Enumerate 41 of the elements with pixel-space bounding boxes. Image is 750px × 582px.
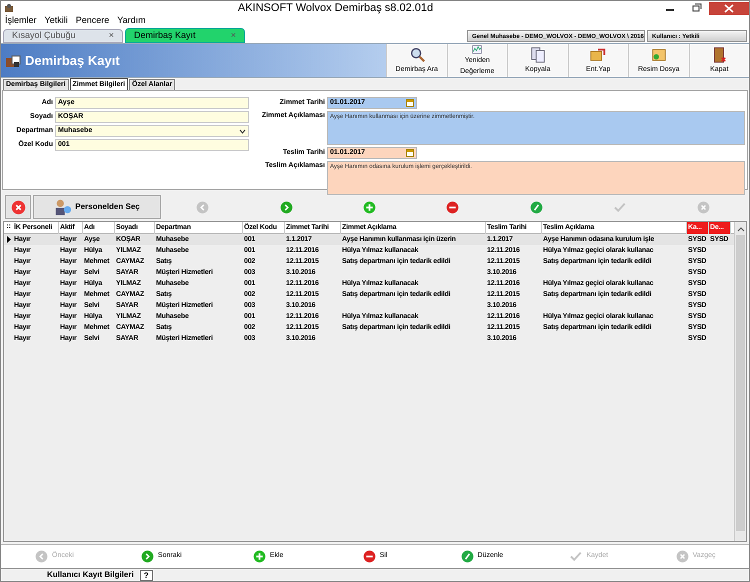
status-label: Kullanıcı Kayıt Bilgileri: [47, 569, 134, 581]
pencil-icon: [460, 550, 474, 563]
plus-icon: [363, 200, 376, 214]
document-tab[interactable]: Kısayol Çubuğu ×: [3, 29, 123, 43]
pencil-icon: [530, 200, 543, 214]
scroll-up-icon[interactable]: [736, 225, 744, 233]
minus-icon: [446, 200, 460, 214]
help-button[interactable]: ?: [140, 570, 153, 580]
calendar-icon[interactable]: [406, 99, 414, 107]
calendar-icon[interactable]: [406, 149, 414, 157]
close-tab-icon[interactable]: ×: [108, 29, 114, 43]
people-icon: [54, 198, 72, 216]
arrow-left-icon: [196, 200, 210, 214]
cancel-icon: [10, 200, 26, 214]
page-title: Demirbaş Kayıt: [25, 52, 120, 70]
row-pointer-icon: [6, 236, 10, 243]
menu-item[interactable]: Yetkili: [44, 14, 68, 28]
scrollbar[interactable]: [734, 222, 746, 541]
cancel-icon: [696, 200, 710, 214]
close-tab-icon[interactable]: ×: [230, 28, 236, 42]
checkmark-icon: [569, 550, 582, 563]
close-icon[interactable]: [709, 2, 749, 14]
select-personnel-button[interactable]: Personelden Seç: [33, 195, 161, 219]
menu-item[interactable]: Yardım: [117, 14, 146, 28]
menu-item[interactable]: İşlemler: [5, 14, 37, 28]
header-icon: [5, 52, 21, 68]
scroll-thumb[interactable]: [736, 235, 745, 531]
cancel-button[interactable]: [5, 195, 31, 219]
arrow-right-icon: [140, 550, 154, 563]
checkmark-icon: [613, 200, 626, 214]
transfer-icon: [589, 46, 608, 64]
app-icon: [4, 3, 14, 13]
arrow-right-icon: [280, 200, 293, 214]
window-title: AKINSOFT Wolvox Demirbaş s8.02.01d: [238, 2, 434, 14]
arrow-left-icon: [35, 550, 48, 563]
cancel-icon: [676, 550, 689, 563]
plus-icon: [252, 550, 266, 563]
menu-item[interactable]: Pencere: [76, 14, 110, 28]
chevron-down-icon: [239, 128, 246, 134]
document-tab[interactable]: Demirbaş Kayıt ×: [125, 28, 245, 43]
minus-icon: [362, 550, 376, 563]
